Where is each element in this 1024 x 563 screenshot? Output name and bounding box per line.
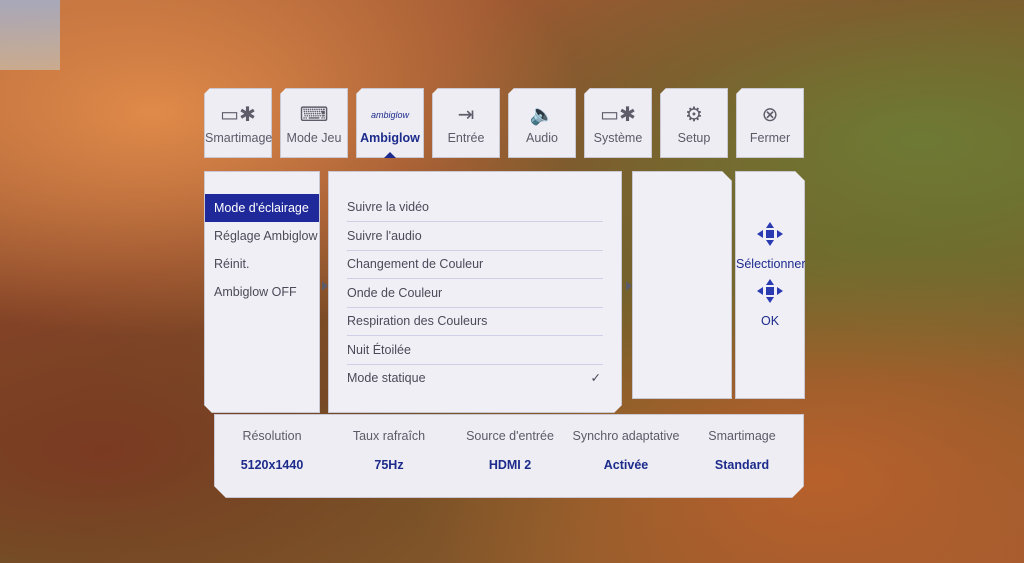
- option-suivre-video[interactable]: Suivre la vidéo: [347, 193, 603, 222]
- active-tab-pointer: [385, 159, 395, 165]
- option-nuit-etoilee[interactable]: Nuit Étoilée: [347, 336, 603, 365]
- status-header: Taux rafraîch: [352, 429, 426, 443]
- status-header: Smartimage: [708, 429, 776, 443]
- menu-item-mode-eclairage[interactable]: Mode d'éclairage: [205, 194, 319, 222]
- status-bar: Résolution 5120x1440 Taux rafraîch 75Hz …: [214, 414, 804, 498]
- option-label: Mode statique: [347, 371, 426, 385]
- option-mode-statique[interactable]: Mode statique ✓: [347, 364, 603, 392]
- tab-label: Audio: [526, 131, 558, 145]
- tab-systeme[interactable]: ▭✱ Système: [584, 88, 652, 158]
- select-label: Sélectionner: [736, 257, 806, 271]
- options-panel: Suivre la vidéo Suivre l'audio Changemen…: [328, 171, 622, 413]
- tab-label: Entrée: [447, 131, 485, 145]
- status-header: Résolution: [242, 429, 302, 443]
- menu-item-ambiglow-off[interactable]: Ambiglow OFF: [205, 278, 319, 306]
- tab-entree[interactable]: ⇥ Entrée: [432, 88, 500, 158]
- submenu-panel: Mode d'éclairage Réglage Ambiglow Réinit…: [204, 171, 320, 413]
- background-sky: [0, 0, 60, 70]
- gamepad-icon: ⌨: [299, 104, 329, 126]
- input-icon: ⇥: [457, 104, 475, 126]
- status-value: HDMI 2: [488, 458, 532, 472]
- smartimage-icon: ▭✱: [220, 104, 256, 126]
- four-way-arrows-icon: [736, 220, 804, 251]
- status-value: Activée: [603, 458, 649, 472]
- tab-smartimage[interactable]: ▭✱ Smartimage: [204, 88, 272, 158]
- menu-item-reglage-ambiglow[interactable]: Réglage Ambiglow: [205, 222, 319, 250]
- ok-arrows-icon: [736, 277, 804, 308]
- ok-label: OK: [760, 314, 780, 328]
- tab-fermer[interactable]: ⊗ Fermer: [736, 88, 804, 158]
- speaker-icon: 🔈: [529, 104, 555, 126]
- navigation-help-panel: Sélectionner OK: [735, 171, 805, 399]
- status-header: Source d'entrée: [466, 429, 554, 443]
- tab-label: Ambiglow: [360, 131, 420, 145]
- option-respiration-couleurs[interactable]: Respiration des Couleurs: [347, 307, 603, 336]
- tab-label: Fermer: [749, 131, 791, 145]
- options-arrow-icon: [626, 281, 632, 291]
- option-changement-couleur[interactable]: Changement de Couleur: [347, 250, 603, 279]
- option-onde-couleur[interactable]: Onde de Couleur: [347, 279, 603, 308]
- tab-label: Setup: [677, 131, 711, 145]
- tab-setup[interactable]: ⚙ Setup: [660, 88, 728, 158]
- system-icon: ▭✱: [600, 104, 636, 126]
- ambiglow-icon: ambiglow: [370, 110, 410, 120]
- status-value: 5120x1440: [240, 458, 304, 472]
- tab-label: Système: [593, 131, 643, 145]
- status-header: Synchro adaptative: [572, 429, 680, 443]
- tab-mode-jeu[interactable]: ⌨ Mode Jeu: [280, 88, 348, 158]
- checkmark-icon: ✓: [590, 371, 601, 385]
- tab-audio[interactable]: 🔈 Audio: [508, 88, 576, 158]
- tab-label: Mode Jeu: [286, 131, 342, 145]
- option-suivre-audio[interactable]: Suivre l'audio: [347, 222, 603, 251]
- status-value: Standard: [714, 458, 770, 472]
- menu-item-reinit[interactable]: Réinit.: [205, 250, 319, 278]
- tab-ambiglow[interactable]: ambiglow Ambiglow: [356, 88, 424, 158]
- close-icon: ⊗: [761, 104, 779, 126]
- gear-icon: ⚙: [685, 104, 703, 126]
- detail-panel: [632, 171, 732, 399]
- submenu-arrow-icon: [322, 281, 328, 291]
- status-value: 75Hz: [374, 458, 404, 472]
- tab-label: Smartimage: [205, 131, 273, 145]
